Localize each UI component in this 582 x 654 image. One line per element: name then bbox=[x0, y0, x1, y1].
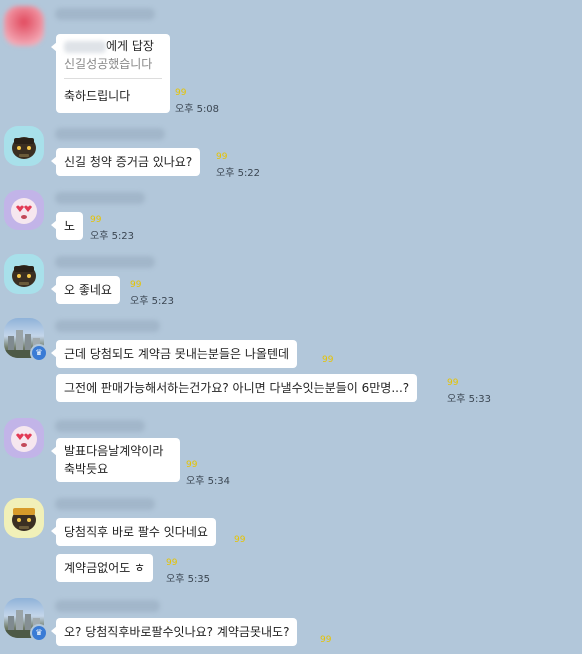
reply-bubble[interactable]: 에게 답장 신길성공했습니다 축하드립니다 bbox=[51, 34, 170, 113]
reply-header-text: 에게 답장 bbox=[106, 39, 154, 53]
avatar[interactable]: ♛ bbox=[4, 598, 48, 642]
avatar[interactable]: ♛ bbox=[4, 318, 48, 362]
avatar[interactable] bbox=[4, 498, 44, 538]
message-text: 그전에 판매가능해서하는건가요? 아니면 다낼수잇는분들이 6만명...? bbox=[64, 381, 410, 395]
sender-name bbox=[55, 256, 155, 268]
unread-count: 99 bbox=[447, 378, 459, 388]
divider bbox=[64, 78, 162, 79]
sender-name bbox=[55, 420, 145, 432]
timestamp: 오후 5:33 bbox=[447, 394, 492, 405]
quoted-message: 신길성공했습니다 bbox=[64, 57, 153, 71]
unread-count: 99 bbox=[216, 152, 228, 162]
message-text: 당첨직후 바로 팔수 잇다네요 bbox=[64, 525, 208, 539]
message-text: 근데 당첨되도 계약금 못내는분들은 나올텐데 bbox=[64, 347, 290, 361]
unread-count: 99 bbox=[90, 215, 102, 225]
message-text: 축하드립니다 bbox=[64, 89, 131, 103]
message-text: 계약금없어도 ㅎ bbox=[64, 561, 146, 575]
message-bubble[interactable]: 신길 청약 증거금 있나요? bbox=[50, 148, 201, 176]
unread-count: 99 bbox=[130, 280, 142, 290]
blurred-recipient bbox=[64, 40, 106, 53]
character-icon bbox=[12, 508, 36, 531]
unread-count: 99 bbox=[166, 558, 178, 568]
message-bubble[interactable]: 계약금없어도 ㅎ bbox=[56, 554, 154, 582]
message-bubble[interactable]: 그전에 판매가능해서하는건가요? 아니면 다낼수잇는분들이 6만명...? bbox=[56, 374, 418, 402]
chat-window: 에게 답장 신길성공했습니다 축하드립니다 99 오후 5:08 신길 청약 증… bbox=[0, 0, 582, 654]
timestamp: 오후 5:08 bbox=[175, 104, 220, 115]
message-bubble[interactable]: 발표다음날계약이라 축박듯요 bbox=[51, 438, 180, 482]
sender-name bbox=[55, 128, 165, 140]
heart-eyes-emoji-icon bbox=[11, 426, 37, 452]
message-bubble[interactable]: 오? 당첨직후바로팔수잇나요? 계약금못내도? bbox=[50, 618, 298, 646]
unread-count: 99 bbox=[186, 460, 198, 470]
unread-count: 99 bbox=[234, 535, 246, 545]
avatar[interactable] bbox=[4, 126, 44, 166]
timestamp: 오후 5:23 bbox=[90, 231, 135, 242]
character-icon bbox=[12, 137, 36, 159]
timestamp: 오후 5:35 bbox=[166, 574, 211, 585]
avatar[interactable] bbox=[4, 190, 44, 230]
message-bubble[interactable]: 당첨직후 바로 팔수 잇다네요 bbox=[51, 518, 216, 546]
avatar[interactable] bbox=[4, 254, 44, 294]
sender-name bbox=[55, 600, 160, 612]
avatar[interactable] bbox=[4, 418, 44, 458]
unread-count: 99 bbox=[320, 635, 332, 645]
unread-count: 99 bbox=[322, 355, 334, 365]
message-bubble[interactable]: 근데 당첨되도 계약금 못내는분들은 나올텐데 bbox=[50, 340, 298, 368]
message-text: 신길 청약 증거금 있나요? bbox=[64, 155, 193, 169]
reply-header: 에게 답장 bbox=[64, 38, 162, 56]
heart-eyes-emoji-icon bbox=[11, 198, 37, 224]
avatar[interactable] bbox=[4, 6, 44, 46]
sender-name bbox=[55, 498, 155, 510]
message-bubble[interactable]: 노 bbox=[50, 212, 84, 240]
message-bubble[interactable]: 오 좋네요 bbox=[51, 276, 120, 304]
crown-badge-icon: ♛ bbox=[30, 344, 48, 362]
timestamp: 오후 5:23 bbox=[130, 296, 175, 307]
message-text: 오? 당첨직후바로팔수잇나요? 계약금못내도? bbox=[64, 625, 290, 639]
message-text: 발표다음날계약이라 축박듯요 bbox=[64, 444, 164, 476]
message-text: 오 좋네요 bbox=[64, 283, 112, 297]
sender-name bbox=[55, 320, 160, 332]
timestamp: 오후 5:22 bbox=[216, 168, 261, 179]
message-text: 노 bbox=[64, 219, 76, 233]
crown-badge-icon: ♛ bbox=[30, 624, 48, 642]
timestamp: 오후 5:34 bbox=[186, 476, 231, 487]
sender-name bbox=[55, 192, 145, 204]
unread-count: 99 bbox=[175, 88, 187, 98]
character-icon bbox=[12, 265, 36, 287]
sender-name bbox=[55, 8, 155, 20]
